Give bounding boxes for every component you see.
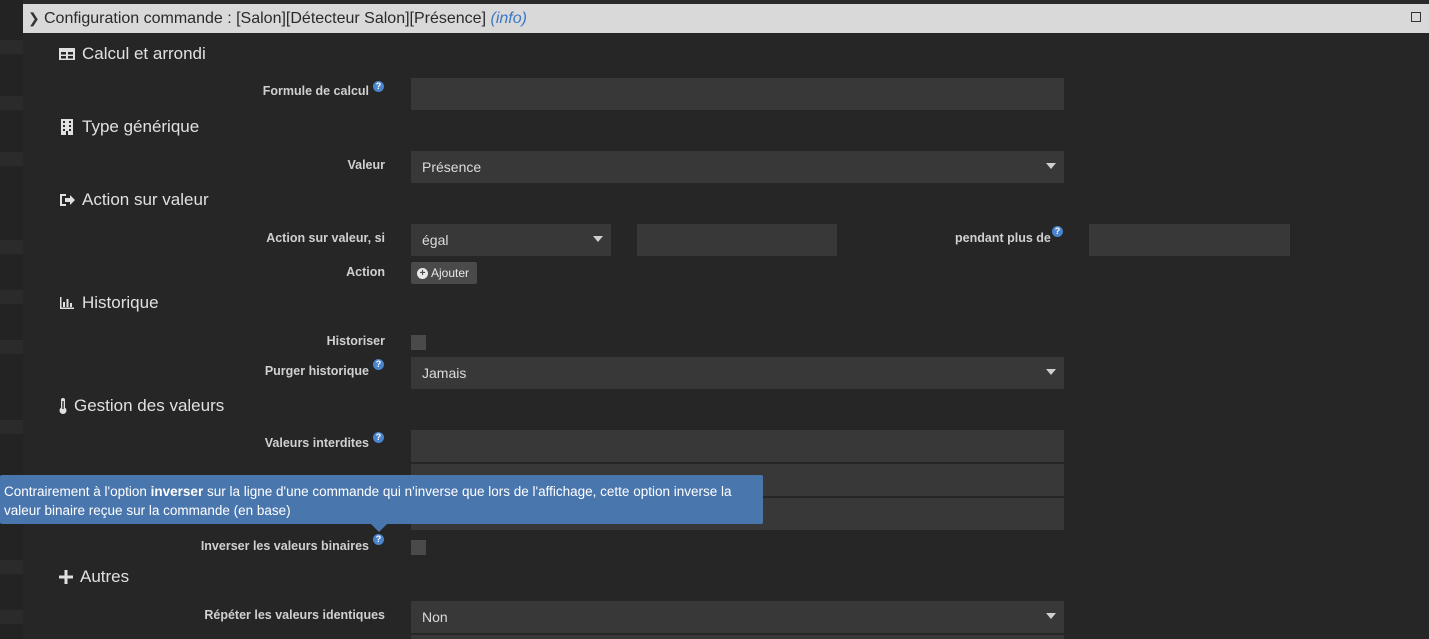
caret-down-icon — [1046, 369, 1056, 375]
valeur-label: Valeur — [347, 158, 385, 172]
maximize-icon[interactable] — [1411, 12, 1421, 22]
help-icon[interactable]: ? — [373, 432, 384, 443]
bar-chart-icon — [58, 294, 76, 312]
chevron-right-icon[interactable]: ❯ — [28, 4, 40, 33]
section-type: Type générique — [58, 117, 199, 137]
table-icon — [58, 45, 76, 63]
plus-circle-icon: + — [417, 267, 428, 279]
caret-down-icon — [1046, 163, 1056, 169]
modal-title: Configuration commande : [Salon][Détecte… — [44, 10, 527, 27]
help-icon[interactable]: ? — [1052, 226, 1063, 237]
inverser-label: Inverser les valeurs binaires — [200, 539, 369, 553]
section-action: Action sur valeur — [58, 190, 209, 210]
section-title: Gestion des valeurs — [74, 396, 225, 415]
repeter-label: Répéter les valeurs identiques — [204, 608, 385, 622]
section-title: Type générique — [82, 117, 200, 136]
section-gestion: Gestion des valeurs — [58, 396, 224, 416]
purger-label: Purger historique — [264, 364, 369, 378]
modal-title-type: (info) — [490, 10, 527, 27]
tooltip-arrow — [371, 524, 387, 532]
section-title: Calcul et arrondi — [82, 44, 206, 63]
section-autres: Autres — [58, 567, 129, 587]
purger-selected: Jamais — [422, 365, 467, 381]
action-value-input[interactable] — [637, 224, 837, 256]
pendant-label: pendant plus de — [955, 231, 1051, 245]
command-config-modal: ❯ Configuration commande : [Salon][Détec… — [23, 4, 1429, 639]
repeter-selected: Non — [422, 609, 448, 625]
help-tooltip: Contrairement à l'option inverser sur la… — [0, 475, 763, 524]
interdites-input[interactable] — [411, 430, 1064, 462]
section-title: Historique — [82, 293, 159, 312]
action-condition-select[interactable]: égal — [411, 224, 611, 256]
add-action-button[interactable]: + Ajouter — [411, 262, 477, 284]
building-icon — [58, 118, 76, 136]
action-condition-selected: égal — [422, 232, 449, 248]
valeur-select[interactable]: Présence — [411, 151, 1064, 183]
formule-label: Formule de calcul — [262, 84, 369, 98]
action-label: Action — [346, 265, 385, 279]
section-historique: Historique — [58, 293, 159, 313]
section-calcul: Calcul et arrondi — [58, 44, 206, 64]
inverser-checkbox[interactable] — [411, 540, 426, 555]
formule-input[interactable] — [411, 78, 1064, 110]
action-si-label: Action sur valeur, si — [266, 231, 385, 245]
tooltip-bold: inverser — [150, 484, 204, 499]
section-title: Autres — [80, 567, 130, 586]
help-icon[interactable]: ? — [373, 81, 384, 92]
interdites-label: Valeurs interdites — [264, 436, 369, 450]
tooltip-text: Contrairement à l'option — [4, 484, 151, 499]
caret-down-icon — [593, 236, 603, 242]
repeter-select[interactable]: Non — [411, 601, 1064, 633]
modal-titlebar[interactable]: ❯ Configuration commande : [Salon][Détec… — [23, 4, 1429, 33]
help-icon[interactable]: ? — [373, 359, 384, 370]
historiser-checkbox[interactable] — [411, 335, 426, 350]
plus-icon — [58, 568, 74, 586]
historiser-label: Historiser — [326, 334, 385, 348]
background-left — [0, 0, 23, 639]
add-action-label: Ajouter — [431, 266, 470, 280]
sign-out-icon — [58, 191, 76, 209]
pendant-input[interactable] — [1089, 224, 1290, 256]
thermometer-icon — [58, 397, 68, 415]
purger-select[interactable]: Jamais — [411, 357, 1064, 389]
valeur-selected: Présence — [422, 159, 482, 175]
caret-down-icon — [1046, 613, 1056, 619]
next-field-partial — [411, 635, 1064, 639]
help-icon[interactable]: ? — [373, 534, 384, 545]
section-title: Action sur valeur — [82, 190, 209, 209]
